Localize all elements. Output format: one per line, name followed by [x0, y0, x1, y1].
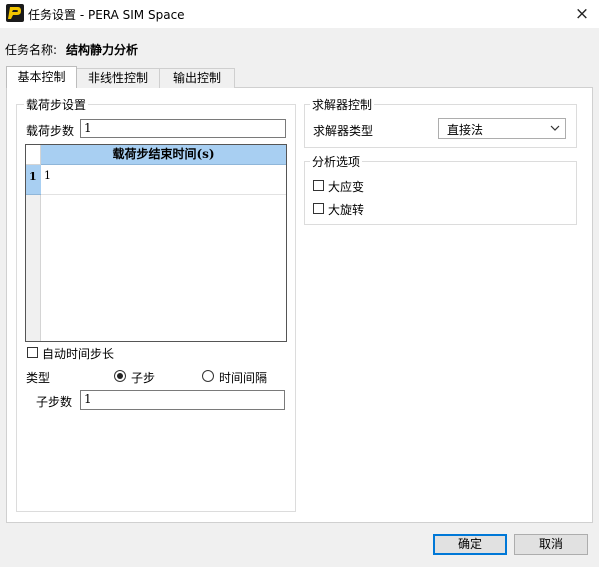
table-row-header-empty [26, 195, 41, 341]
load-step-group-title: 载荷步设置 [24, 96, 89, 113]
solver-type-select[interactable]: 直接法 [438, 118, 566, 139]
tab-basic-control[interactable]: 基本控制 [6, 66, 77, 88]
large-rotation-checkbox[interactable] [313, 203, 324, 214]
solver-type-label: 求解器类型 [313, 124, 374, 138]
table-column-header[interactable]: 载荷步结束时间(s) [41, 145, 286, 165]
table-cell[interactable]: 1 [41, 165, 286, 195]
load-steps-label: 载荷步数 [26, 124, 75, 138]
large-rotation-label: 大旋转 [328, 203, 365, 217]
table-row-header[interactable]: 1 [26, 165, 41, 195]
time-interval-radio[interactable] [202, 370, 214, 382]
task-name-label: 任务名称: [5, 43, 58, 57]
large-strain-label: 大应变 [328, 180, 365, 194]
load-steps-input[interactable]: 1 [80, 119, 286, 138]
substep-radio[interactable] [114, 370, 126, 382]
radio-selected-dot [117, 373, 123, 379]
solver-control-group-title: 求解器控制 [310, 96, 375, 113]
task-name-value: 结构静力分析 [66, 43, 139, 57]
cancel-button[interactable]: 取消 [514, 534, 588, 555]
time-interval-radio-label[interactable]: 时间间隔 [219, 369, 267, 386]
substeps-label: 子步数 [36, 395, 73, 409]
analysis-options-group-title: 分析选项 [310, 153, 363, 170]
table-body-empty [41, 195, 286, 341]
auto-time-step-checkbox[interactable] [27, 347, 38, 358]
large-strain-checkbox[interactable] [313, 180, 324, 191]
app-logo-icon [6, 4, 24, 22]
close-icon[interactable]: × [568, 2, 596, 26]
substep-radio-label[interactable]: 子步 [131, 369, 155, 386]
solver-type-value: 直接法 [447, 123, 484, 137]
tab-nonlinear-control[interactable]: 非线性控制 [76, 68, 160, 88]
substeps-input[interactable]: 1 [80, 390, 285, 410]
table-corner[interactable] [26, 145, 41, 165]
ok-button[interactable]: 确定 [433, 534, 507, 555]
window-title: 任务设置 - PERA SIM Space [28, 8, 185, 22]
chevron-down-icon [549, 122, 561, 134]
auto-time-step-label: 自动时间步长 [42, 347, 115, 361]
step-type-label: 类型 [26, 371, 51, 385]
load-step-table: 载荷步结束时间(s) 1 1 [25, 144, 287, 342]
tab-output-control[interactable]: 输出控制 [159, 68, 235, 88]
